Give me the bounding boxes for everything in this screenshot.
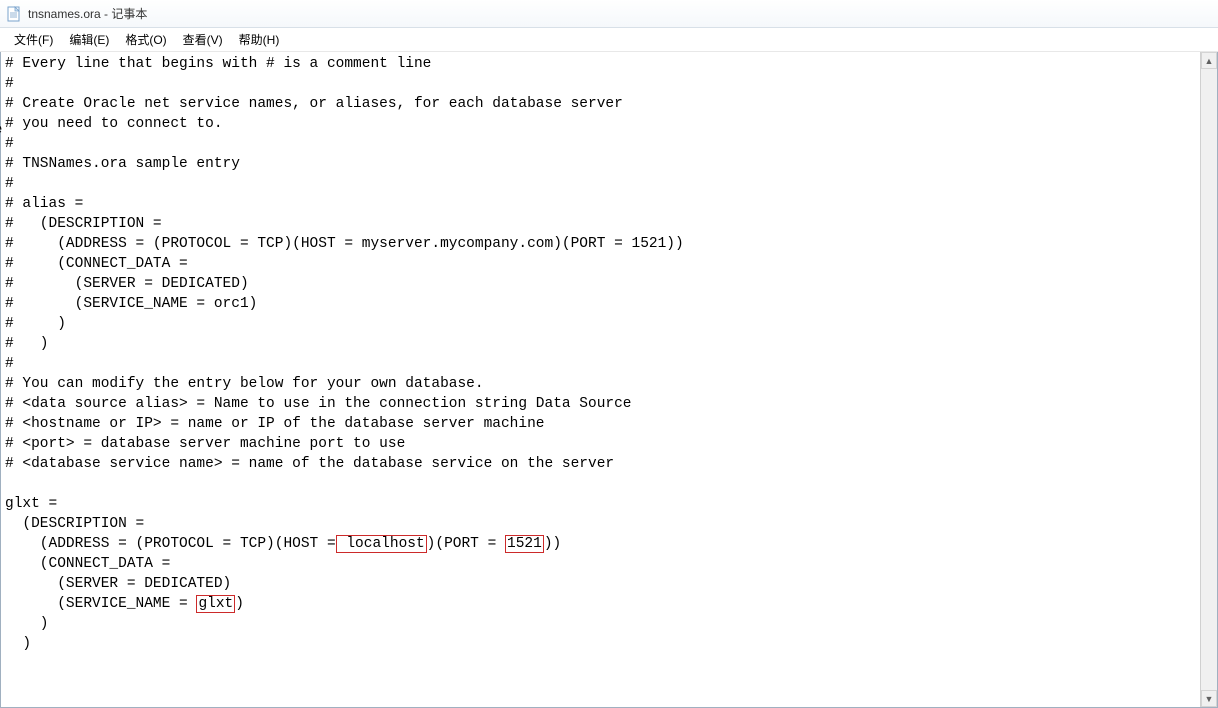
menu-bar: 文件(F) 编辑(E) 格式(O) 查看(V) 帮助(H) (0, 28, 1218, 52)
window-title: tnsnames.ora - 记事本 (28, 5, 147, 22)
highlight-port: 1521 (505, 535, 544, 553)
title-bar: tnsnames.ora - 记事本 (0, 0, 1218, 28)
menu-help[interactable]: 帮助(H) (231, 29, 288, 50)
editor-container: e # Every line that begins with # is a c… (0, 52, 1218, 708)
menu-view[interactable]: 查看(V) (175, 29, 231, 50)
scroll-down-button[interactable]: ▼ (1201, 690, 1217, 707)
text-segment: )(PORT = (427, 536, 505, 552)
menu-edit[interactable]: 编辑(E) (61, 29, 117, 50)
text-editor[interactable]: # Every line that begins with # is a com… (1, 52, 1217, 707)
vertical-scrollbar[interactable]: ▲ ▼ (1200, 52, 1217, 707)
notepad-icon (6, 6, 22, 22)
scroll-up-button[interactable]: ▲ (1201, 52, 1217, 69)
text-segment: # Every line that begins with # is a com… (5, 56, 684, 552)
menu-file[interactable]: 文件(F) (6, 29, 61, 50)
highlight-host: localhost (336, 535, 427, 553)
scroll-track[interactable] (1201, 69, 1217, 690)
highlight-service: glxt (196, 595, 235, 613)
menu-format[interactable]: 格式(O) (117, 29, 174, 50)
